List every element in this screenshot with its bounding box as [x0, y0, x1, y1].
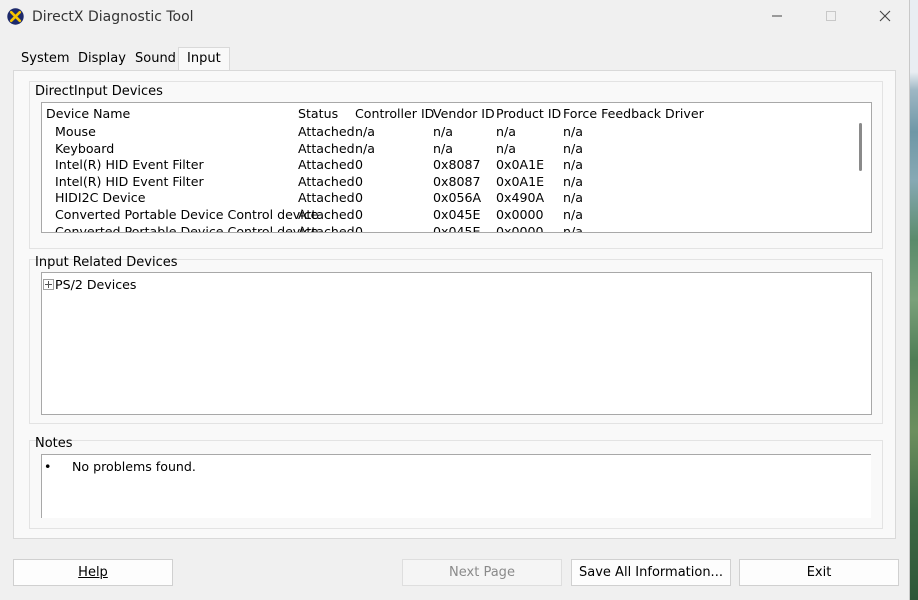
cell-status: Attached — [298, 124, 355, 139]
cell-vendor-id: 0x045E — [433, 207, 481, 222]
cell-status: Attached — [298, 140, 355, 156]
cell-device-name: Intel(R) HID Event Filter — [55, 173, 204, 189]
cell-force-feedback-driver: n/a — [563, 157, 583, 173]
window-title: DirectX Diagnostic Tool — [32, 9, 194, 25]
column-header-vendor-id[interactable]: Vendor ID — [433, 106, 495, 121]
help-button-label: Help — [78, 565, 108, 580]
cell-status: Attached — [298, 190, 355, 206]
cell-status: Attached — [298, 173, 355, 189]
cell-controller-id: 0 — [355, 207, 364, 222]
cell-force-feedback-driver: n/a — [563, 124, 583, 139]
list-header: Device Name Status Controller ID Vendor … — [42, 103, 871, 123]
cell-controller-id: n/a — [355, 140, 375, 156]
tree-item-label: PS/2 Devices — [55, 277, 137, 292]
desktop-background — [909, 0, 918, 600]
tab-system[interactable]: System — [17, 49, 73, 69]
tab-input[interactable]: Input — [178, 47, 230, 71]
help-button[interactable]: Help — [13, 559, 173, 586]
next-page-button[interactable]: Next Page — [402, 559, 562, 586]
notes-group-label: Notes — [35, 436, 73, 451]
cell-vendor-id: 0x8087 — [433, 157, 481, 173]
cell-vendor-id: n/a — [433, 124, 453, 139]
expand-plus-icon[interactable] — [43, 279, 54, 290]
dxdiag-window: DirectX Diagnostic Tool System Display S… — [0, 0, 910, 600]
cell-product-id: 0x0A1E — [496, 173, 545, 189]
cell-force-feedback-driver: n/a — [563, 223, 583, 233]
cell-status: Attached — [298, 223, 355, 233]
bullet-icon: • — [44, 459, 52, 474]
column-header-status[interactable]: Status — [298, 106, 338, 121]
tab-display[interactable]: Display — [74, 49, 130, 69]
column-header-product-id[interactable]: Product ID — [496, 106, 561, 121]
cell-status: Attached — [298, 207, 355, 222]
cell-controller-id: 0 — [355, 173, 364, 189]
cell-product-id: 0x0000 — [496, 207, 544, 222]
cell-product-id: 0x490A — [496, 190, 545, 206]
scrollbar-thumb[interactable] — [859, 123, 862, 171]
input-related-tree[interactable]: PS/2 Devices — [41, 272, 872, 415]
title-bar: DirectX Diagnostic Tool — [0, 0, 909, 34]
cell-product-id: n/a — [496, 140, 516, 156]
save-all-button-label: Save All Information... — [579, 565, 723, 580]
cell-device-name: Converted Portable Device Control device — [55, 223, 319, 233]
cell-controller-id: 0 — [355, 223, 364, 233]
table-row[interactable]: Converted Portable Device Control device… — [42, 223, 871, 233]
input-related-group-label: Input Related Devices — [35, 255, 178, 270]
table-row[interactable]: Keyboard Attached n/a n/a n/a n/a — [42, 141, 871, 157]
cell-controller-id: 0 — [355, 190, 364, 206]
cell-force-feedback-driver: n/a — [563, 190, 583, 206]
cell-device-name: Keyboard — [55, 140, 115, 156]
save-all-information-button[interactable]: Save All Information... — [571, 559, 731, 586]
table-row[interactable]: HIDI2C Device Attached 0 0x056A 0x490A n/a — [42, 190, 871, 206]
table-row[interactable]: Mouse Attached n/a n/a n/a n/a — [42, 124, 871, 140]
maximize-icon — [826, 11, 836, 21]
exit-button-label: Exit — [806, 565, 832, 580]
cell-product-id: 0x0000 — [496, 223, 544, 233]
cell-product-id: 0x0A1E — [496, 157, 545, 173]
minimize-button[interactable] — [754, 0, 800, 32]
maximize-button[interactable] — [808, 0, 854, 32]
cell-vendor-id: 0x045E — [433, 223, 481, 233]
table-row[interactable]: Intel(R) HID Event Filter Attached 0 0x8087… — [42, 157, 871, 173]
cell-product-id: n/a — [496, 124, 516, 139]
table-row[interactable]: Intel(R) HID Event Filter Attached 0 0x8087… — [42, 174, 871, 190]
cell-force-feedback-driver: n/a — [563, 207, 583, 222]
next-page-button-label: Next Page — [449, 565, 515, 580]
directinput-group-label: DirectInput Devices — [35, 84, 163, 99]
tree-item-ps2-devices[interactable]: PS/2 Devices — [43, 277, 136, 292]
cell-device-name: HIDI2C Device — [55, 190, 146, 206]
cell-vendor-id: 0x8087 — [433, 173, 481, 189]
close-button[interactable] — [862, 0, 908, 32]
cell-vendor-id: n/a — [433, 140, 453, 156]
cell-device-name: Converted Portable Device Control device — [55, 207, 319, 222]
column-header-controller-id[interactable]: Controller ID — [355, 106, 434, 121]
cell-device-name: Intel(R) HID Event Filter — [55, 157, 204, 173]
tab-sound[interactable]: Sound — [131, 49, 180, 69]
cell-controller-id: n/a — [355, 124, 375, 139]
cell-vendor-id: 0x056A — [433, 190, 482, 206]
table-row[interactable]: Converted Portable Device Control device… — [42, 207, 871, 223]
close-icon — [879, 10, 891, 22]
exit-button[interactable]: Exit — [739, 559, 899, 586]
notes-item-text: No problems found. — [72, 459, 196, 474]
cell-controller-id: 0 — [355, 157, 364, 173]
cell-status: Attached — [298, 157, 355, 173]
column-header-device-name[interactable]: Device Name — [46, 106, 130, 121]
notes-box[interactable]: • No problems found. — [41, 454, 871, 518]
cell-force-feedback-driver: n/a — [563, 173, 583, 189]
cell-force-feedback-driver: n/a — [563, 140, 583, 156]
directx-x-icon — [7, 8, 24, 25]
minimize-icon — [772, 15, 782, 17]
vertical-scrollbar[interactable] — [851, 103, 871, 232]
column-header-force-feedback-driver[interactable]: Force Feedback Driver — [563, 106, 704, 121]
cell-device-name: Mouse — [55, 124, 96, 139]
tab-panel-input: DirectInput Devices Device Name Status C… — [13, 70, 896, 539]
directinput-list[interactable]: Device Name Status Controller ID Vendor … — [41, 102, 872, 233]
